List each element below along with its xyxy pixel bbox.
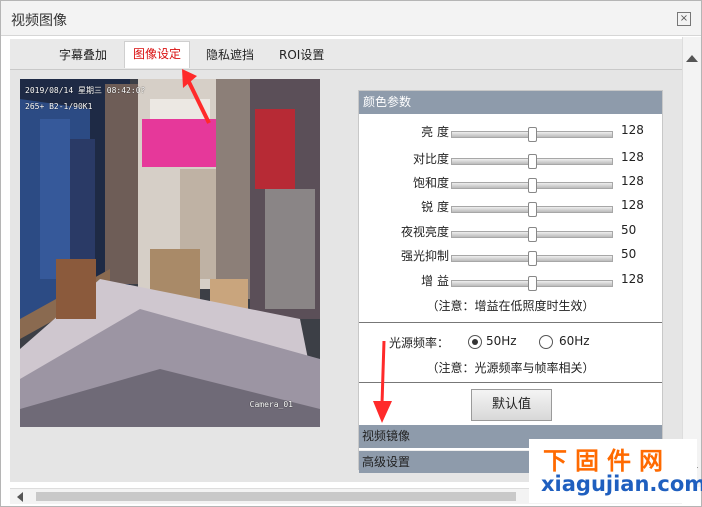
tab-subtitle-overlay[interactable]: 字幕叠加 [51,43,115,67]
divider [359,322,662,323]
video-encoding-info: 265+ B2-1/90K1 [25,102,93,111]
brightness-row: 亮 度 128 [359,123,662,143]
title-bar: 视频图像 × [1,1,701,36]
saturation-row: 饱和度 128 [359,174,662,194]
default-values-button[interactable]: 默认值 [471,389,552,421]
slider-value: 128 [621,123,644,137]
settings-tabs: 字幕叠加 图像设定 隐私遮挡 ROI设置 [10,39,682,70]
video-timestamp: 2019/08/14 星期三 08:42:0? [25,86,146,95]
camera-label: Camera_01 [249,400,293,409]
slider-value: 50 [621,223,637,237]
window-title: 视频图像 [11,13,67,29]
vertical-scrollbar[interactable] [682,37,701,487]
gain-slider[interactable] [451,276,613,291]
tab-image-settings[interactable]: 图像设定 [124,41,191,68]
night-brightness-row: 夜视亮度 50 [359,223,662,243]
slider-thumb[interactable] [528,202,537,217]
scroll-left-icon[interactable] [17,492,23,502]
slider-label: 强光抑制 [400,249,449,263]
contrast-row: 对比度 128 [359,150,662,170]
gain-row: 增 益 128 [359,272,662,292]
radio-60hz[interactable] [539,335,553,349]
highlight-suppression-row: 强光抑制 50 [359,247,662,267]
slider-label: 夜视亮度 [400,225,449,239]
divider [359,382,662,383]
slider-thumb[interactable] [528,276,537,291]
slider-label: 亮 度 [421,125,449,139]
sharpness-slider[interactable] [451,202,613,217]
radio-60hz-label[interactable]: 60Hz [559,334,590,348]
slider-value: 50 [621,247,637,261]
slider-label: 增 益 [421,274,449,288]
slider-value: 128 [621,198,644,212]
image-settings-window: 视频图像 × 字幕叠加 图像设定 隐私遮挡 ROI设置 2019/08/14 星… [0,0,702,507]
highlight-suppression-slider[interactable] [451,251,613,266]
slider-thumb[interactable] [528,227,537,242]
watermark-url: xiagujian.com [541,472,702,496]
light-frequency-label: 光源频率： [389,336,450,350]
scroll-up-icon[interactable] [686,55,698,62]
saturation-slider[interactable] [451,178,613,193]
radio-50hz[interactable] [468,335,482,349]
slider-label: 饱和度 [412,176,449,190]
slider-thumb[interactable] [528,178,537,193]
video-frame [20,79,320,427]
brightness-slider[interactable] [451,127,613,142]
video-preview: 2019/08/14 星期三 08:42:0? 265+ B2-1/90K1 C… [20,79,320,427]
slider-value: 128 [621,174,644,188]
frequency-note: （注意：光源频率与帧率相关） [426,361,595,375]
contrast-slider[interactable] [451,154,613,169]
light-frequency-row: 光源频率： 50Hz 60Hz [359,332,662,352]
tab-roi-settings[interactable]: ROI设置 [271,43,332,67]
sharpness-row: 锐 度 128 [359,198,662,218]
watermark: 下固件网 xiagujian.com [529,439,702,503]
slider-thumb[interactable] [528,154,537,169]
color-parameters-panel: 颜色参数 亮 度 128 对比度 128 饱和度 128 锐 度 128 夜视亮… [358,90,663,473]
watermark-title: 下固件网 [543,447,671,475]
slider-value: 128 [621,272,644,286]
scroll-thumb[interactable] [36,492,516,501]
slider-label: 对比度 [412,152,449,166]
tab-privacy-mask[interactable]: 隐私遮挡 [198,43,262,67]
close-icon[interactable]: × [677,12,691,26]
slider-thumb[interactable] [528,127,537,142]
slider-label: 锐 度 [421,200,449,214]
radio-50hz-label[interactable]: 50Hz [486,334,517,348]
slider-thumb[interactable] [528,251,537,266]
night-brightness-slider[interactable] [451,227,613,242]
slider-value: 128 [621,150,644,164]
panel-header[interactable]: 颜色参数 [359,91,662,114]
gain-note: （注意：增益在低照度时生效） [426,299,595,313]
